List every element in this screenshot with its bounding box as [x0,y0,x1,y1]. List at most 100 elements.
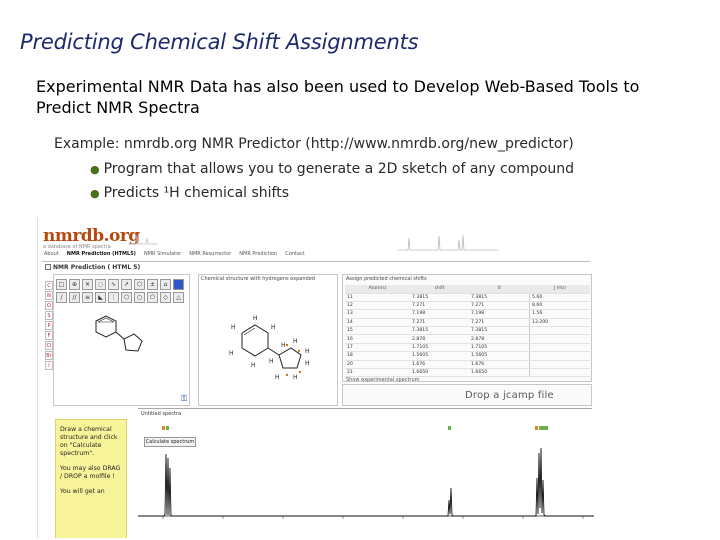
column-header[interactable]: shift [410,285,470,294]
logo-subtitle: a database of NMR spectra [43,244,111,250]
svg-text:H: H [281,342,286,349]
table-cell [529,360,590,370]
element-button[interactable]: Cl [45,341,53,350]
nmrdb-logo[interactable]: nmrdb.org [43,226,140,246]
double-bond-icon[interactable]: // [69,292,80,303]
table-cell: 1.5605 [410,351,470,361]
chain-tool-icon[interactable]: ∿ [108,279,119,290]
template-tool-icon[interactable]: ⌂ [160,279,171,290]
nav-resurrector[interactable]: NMR Resurrector [189,251,231,260]
element-button[interactable]: N [45,291,53,300]
instruction-text: You may also DRAG / DROP a molfile ! [60,465,121,480]
table-row[interactable]: 13 7.198 7.198 1.56 [345,309,590,319]
triple-bond-icon[interactable]: ≡ [82,292,93,303]
table-cell: 1.56 [529,309,590,319]
table-row[interactable]: 20 1.676 1.676 [345,360,590,370]
slide-title: Predicting Chemical Shift Assignments [20,30,419,54]
element-button[interactable]: Br [45,351,53,360]
svg-text:H: H [253,315,258,322]
element-button[interactable]: I [45,361,53,370]
table-cell: 15 [345,326,411,336]
table-cell: 21 [345,368,411,378]
table-cell: 8.60 [529,301,590,311]
column-header[interactable]: δ [469,285,530,294]
expanded-structure-panel: Chemical structure with hydrogens expand… [198,274,338,406]
bullet-dot-icon: ● [90,187,100,200]
svg-text:H: H [271,324,276,331]
svg-text:H: H [293,374,298,381]
cyclopropane-tool-icon[interactable]: △ [173,292,184,303]
instruction-text: You will get an [60,488,105,495]
erase-tool-icon[interactable]: ✕ [82,279,93,290]
table-cell: 7.3815 [410,293,470,302]
table-row[interactable]: 12 7.271 7.271 8.60 [345,301,590,311]
table-cell: 7.3815 [469,326,531,336]
table-cell [529,351,590,361]
bullet-item: ● Program that allows you to generate a 2… [90,161,574,177]
bullet-dot-icon: ● [90,163,100,176]
charge-tool-icon[interactable]: ± [147,279,158,290]
table-cell: 1.5605 [469,351,531,361]
nmr-spectrum[interactable] [138,418,594,538]
column-header[interactable]: J (Hz) [529,285,590,294]
table-header-row: Atom(s) shift δ J (Hz) [345,285,590,294]
nav-about[interactable]: About [44,251,59,260]
panel-title: Chemical structure with hydrogens expand… [201,276,315,282]
table-cell: 13 [345,309,411,319]
element-button[interactable]: S [45,311,53,320]
benzene-tool-icon[interactable]: ⬡ [121,292,132,303]
zoom-tool-icon[interactable]: ⊕ [69,279,80,290]
nav-divider [42,261,590,262]
bullet-item: ● Predicts ¹H chemical shifts [90,185,289,201]
element-button[interactable]: O [45,301,53,310]
key-icon[interactable]: ⚿ [181,394,187,404]
spectrum-title: Untitled spectra [141,411,182,417]
jcamp-drop-zone[interactable]: Show experimental spectrum Drop a jcamp … [342,377,592,406]
table-row[interactable]: 15 7.3815 7.3815 [345,326,590,336]
table-cell: 13.200 [529,318,590,328]
svg-text:H: H [229,350,234,357]
element-palette: C N O S P F Cl Br I [45,281,53,370]
arrow-tool-icon[interactable]: ↗ [121,279,132,290]
element-button[interactable]: F [45,331,53,340]
instruction-text: Draw a chemical structure and click on "… [60,426,118,457]
single-bond-icon[interactable]: / [56,292,67,303]
table-row[interactable]: 18 1.5605 1.5605 [345,351,590,361]
element-button[interactable]: P [45,321,53,330]
table-row[interactable]: 14 7.271 7.271 13.200 [345,318,590,328]
table-row[interactable]: 21 1.6650 1.6650 [345,368,590,378]
color-tool-icon[interactable] [173,279,184,290]
select-tool-icon[interactable]: □ [56,279,67,290]
table-cell: 7.3815 [410,326,470,336]
nav-prediction-html5[interactable]: NMR Prediction (HTML5) [67,251,136,260]
ring-tool-icon[interactable]: ⬡ [134,279,145,290]
hash-bond-icon[interactable]: ⋮ [108,292,119,303]
nav-simulator[interactable]: NMR Simulator [144,251,181,260]
top-nav: About NMR Prediction (HTML5) NMR Simulat… [44,251,305,260]
spectrum-divider [138,408,592,409]
table-cell: 7.271 [410,301,470,311]
table-row[interactable]: 11 7.3815 7.3815 5.60 [345,293,590,302]
table-cell: 1.7105 [410,343,470,353]
table-row[interactable]: 16 2.878 2.878 [345,334,590,344]
cyclopentane-tool-icon[interactable]: ⬠ [147,292,158,303]
editor-toolbar: □ ⊕ ✕ ◌ ∿ ↗ ⬡ ± ⌂ / // ≡ ◣ ⋮ ⬡ ○ ⬠ ◇ △ [56,279,184,303]
wedge-bond-icon[interactable]: ◣ [95,292,106,303]
cyclobutane-tool-icon[interactable]: ◇ [160,292,171,303]
table-cell [529,326,590,336]
logo-peak-icon [128,234,158,245]
shift-table-body: 11 7.3815 7.3815 5.60 12 7.271 7.271 8.60 13 7.19… [345,293,590,378]
nav-prediction[interactable]: NMR Prediction [239,251,277,260]
table-cell: 7.198 [410,309,470,319]
table-row[interactable]: 17 1.7105 1.7105 [345,343,590,353]
cyclohexane-tool-icon[interactable]: ○ [134,292,145,303]
element-button[interactable]: C [45,281,53,290]
table-cell: 20 [345,360,411,370]
example-line: Example: nmrdb.org NMR Predictor (http:/… [54,136,574,152]
table-cell: 12 [345,301,411,311]
structure-editor[interactable]: C N O S P F Cl Br I □ ⊕ ✕ ◌ ∿ ↗ ⬡ ± ⌂ / … [45,274,196,447]
column-header[interactable]: Atom(s) [345,285,411,294]
svg-text:H: H [231,324,236,331]
lasso-tool-icon[interactable]: ◌ [95,279,106,290]
nav-contact[interactable]: Contact [285,251,304,260]
